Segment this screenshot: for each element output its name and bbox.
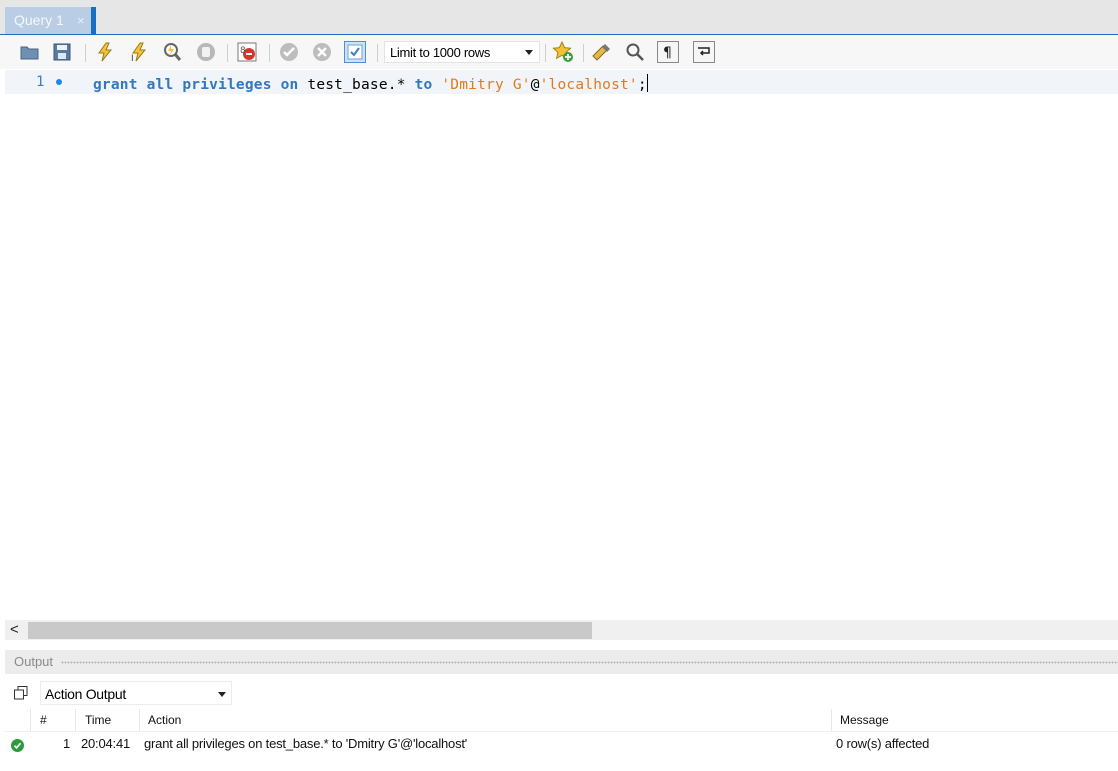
stop-icon[interactable] [195,41,217,63]
scroll-left-icon[interactable]: < [10,621,19,638]
panel-grip[interactable] [61,661,1118,664]
code-keyword: all [146,77,174,93]
code-keyword: on [280,77,299,93]
commit-icon[interactable] [278,41,300,63]
code-semicolon: ; [637,77,647,93]
statement-marker-icon [56,79,62,85]
column-header-message[interactable]: Message [840,713,889,727]
find-icon[interactable] [624,41,646,63]
row-number: 1 [63,736,71,751]
execute-icon[interactable] [94,41,116,63]
limit-rows-select[interactable]: Limit to 1000 rows [384,41,540,63]
line-number: 1 [36,74,45,90]
code-string: 'Dmitry G' [441,77,531,93]
execute-current-icon[interactable]: I [128,41,150,63]
sql-editor[interactable]: 1 grant all privileges on test_base.* to… [5,70,1118,620]
output-panel-header: Output [5,650,1118,674]
open-file-icon[interactable] [19,41,41,63]
svg-text:I: I [131,54,134,62]
editor-horizontal-scrollbar[interactable]: < [5,620,1118,640]
sql-code-line[interactable]: grant all privileges on test_base.* to '… [93,74,648,93]
column-header-number[interactable]: # [40,713,47,727]
success-check-icon [11,739,24,752]
code-keyword: grant [93,77,138,93]
row-message: 0 row(s) affected [836,736,930,751]
stop-on-error-icon[interactable]: 8 [236,41,258,63]
code-operator: @ [530,77,540,93]
chevron-down-icon [525,50,533,55]
autocommit-toggle-icon[interactable] [344,41,366,63]
svg-text:¶: ¶ [663,45,672,61]
explain-icon[interactable] [161,41,183,63]
word-wrap-icon[interactable] [693,41,715,63]
scrollbar-thumb[interactable] [28,622,592,639]
output-panel-title: Output [14,654,54,669]
rollback-icon[interactable] [311,41,333,63]
close-tab-icon[interactable]: × [77,13,85,28]
editor-tabstrip: Query 1 × [0,0,1118,35]
text-caret [646,74,648,92]
chevron-down-icon [218,692,226,697]
beautify-brush-icon[interactable] [591,41,613,63]
invisible-chars-icon[interactable]: ¶ [657,41,679,63]
output-type-label: Action Output [45,686,126,702]
row-action: grant all privileges on test_base.* to '… [144,736,468,751]
tab-query-1[interactable]: Query 1 × [5,7,91,34]
copy-icon[interactable] [14,686,28,700]
code-keyword: to [414,77,433,93]
output-toolbar: Action Output [5,676,1118,708]
table-row[interactable]: 1 20:04:41 grant all privileges on test_… [5,733,1118,755]
code-string: 'localhost' [539,77,638,93]
svg-text:8: 8 [240,46,246,56]
editor-line-current[interactable]: 1 grant all privileges on test_base.* to… [5,70,1118,94]
sql-editor-toolbar: I 8 Limit to 1000 rows ¶ [0,35,1118,69]
column-header-time[interactable]: Time [85,713,111,727]
grid-header: # Time Action Message [5,709,1118,732]
save-icon[interactable] [51,41,73,63]
row-time: 20:04:41 [81,736,131,751]
code-identifier: test_base.* [307,77,406,93]
tab-label: Query 1 [14,12,64,28]
tab-accent-bar [91,7,96,34]
column-header-action[interactable]: Action [148,713,181,727]
limit-rows-label: Limit to 1000 rows [390,45,491,60]
add-snippet-star-icon[interactable] [552,41,574,63]
output-type-select[interactable]: Action Output [40,681,232,705]
code-keyword: privileges [182,77,272,93]
action-output-grid: # Time Action Message 1 20:04:41 grant a… [5,709,1118,771]
